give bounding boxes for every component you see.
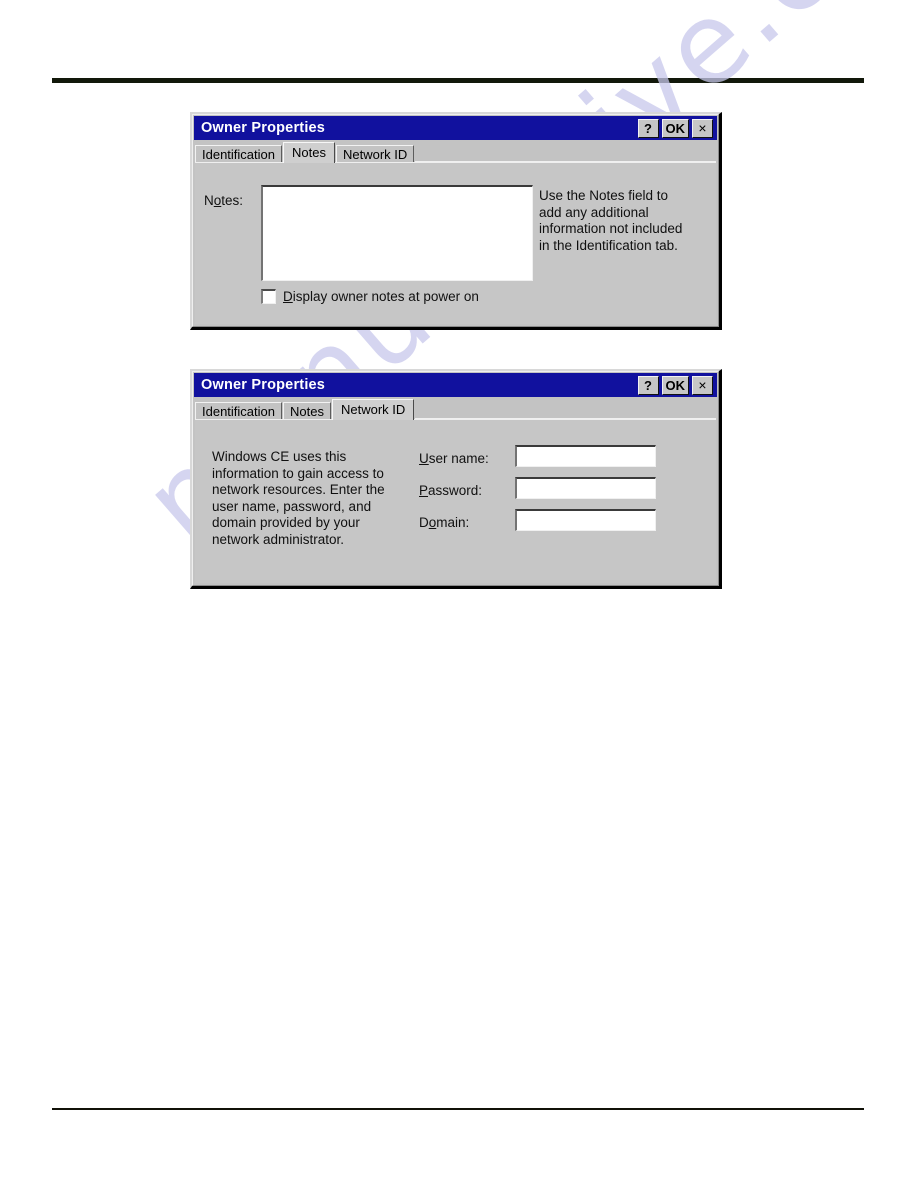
dialog-titlebar[interactable]: Owner Properties ? OK × (194, 116, 717, 140)
notes-help-text: Use the Notes field to add any additiona… (539, 188, 683, 253)
dialog-title: Owner Properties (201, 377, 326, 393)
tab-panel-notes: Notes: Use the Notes field to add any ad… (195, 162, 716, 324)
tab-notes[interactable]: Notes (283, 142, 335, 163)
page-rule-top (52, 78, 864, 83)
dialog-titlebar[interactable]: Owner Properties ? OK × (194, 373, 717, 397)
display-owner-notes-checkbox-row[interactable]: Display owner notes at power on (261, 289, 479, 304)
password-label: Password: (419, 483, 483, 498)
owner-properties-dialog-network-id: Owner Properties ? OK × Identification N… (190, 369, 722, 589)
user-name-label-accelerator: U (419, 451, 429, 466)
tab-panel-network-id: Windows CE uses this information to gain… (195, 419, 716, 583)
close-icon[interactable]: × (692, 375, 713, 395)
titlebar-button-group: ? OK × (637, 375, 718, 395)
help-button[interactable]: ? (637, 118, 659, 138)
notes-label: Notes: (204, 193, 244, 208)
display-owner-notes-checkbox[interactable] (261, 289, 276, 304)
tabstrip: Identification Notes Network ID (195, 141, 716, 163)
domain-label: Domain: (419, 515, 470, 530)
owner-properties-dialog-notes: Owner Properties ? OK × Identification N… (190, 112, 722, 330)
tab-identification[interactable]: Identification (195, 402, 282, 420)
notes-textarea[interactable] (261, 185, 533, 281)
tab-network-id[interactable]: Network ID (335, 145, 415, 163)
dialog-title: Owner Properties (201, 120, 326, 136)
password-label-accelerator: P (419, 483, 429, 498)
display-owner-notes-label: Display owner notes at power on (283, 289, 479, 304)
tabstrip: Identification Notes Network ID (195, 398, 716, 420)
domain-input[interactable] (515, 509, 656, 531)
user-name-input[interactable] (515, 445, 656, 467)
network-id-description: Windows CE uses this information to gain… (212, 449, 385, 547)
page-rule-bottom (52, 1108, 864, 1110)
password-input[interactable] (515, 477, 656, 499)
help-button[interactable]: ? (637, 375, 659, 395)
ok-button[interactable]: OK (661, 375, 689, 395)
checkbox-label-accelerator: D (283, 289, 293, 304)
tab-identification[interactable]: Identification (195, 145, 282, 163)
ok-button[interactable]: OK (661, 118, 689, 138)
tab-notes[interactable]: Notes (283, 402, 331, 420)
user-name-label: User name: (419, 451, 489, 466)
titlebar-button-group: ? OK × (637, 118, 718, 138)
close-icon[interactable]: × (692, 118, 713, 138)
tab-network-id[interactable]: Network ID (331, 399, 415, 420)
